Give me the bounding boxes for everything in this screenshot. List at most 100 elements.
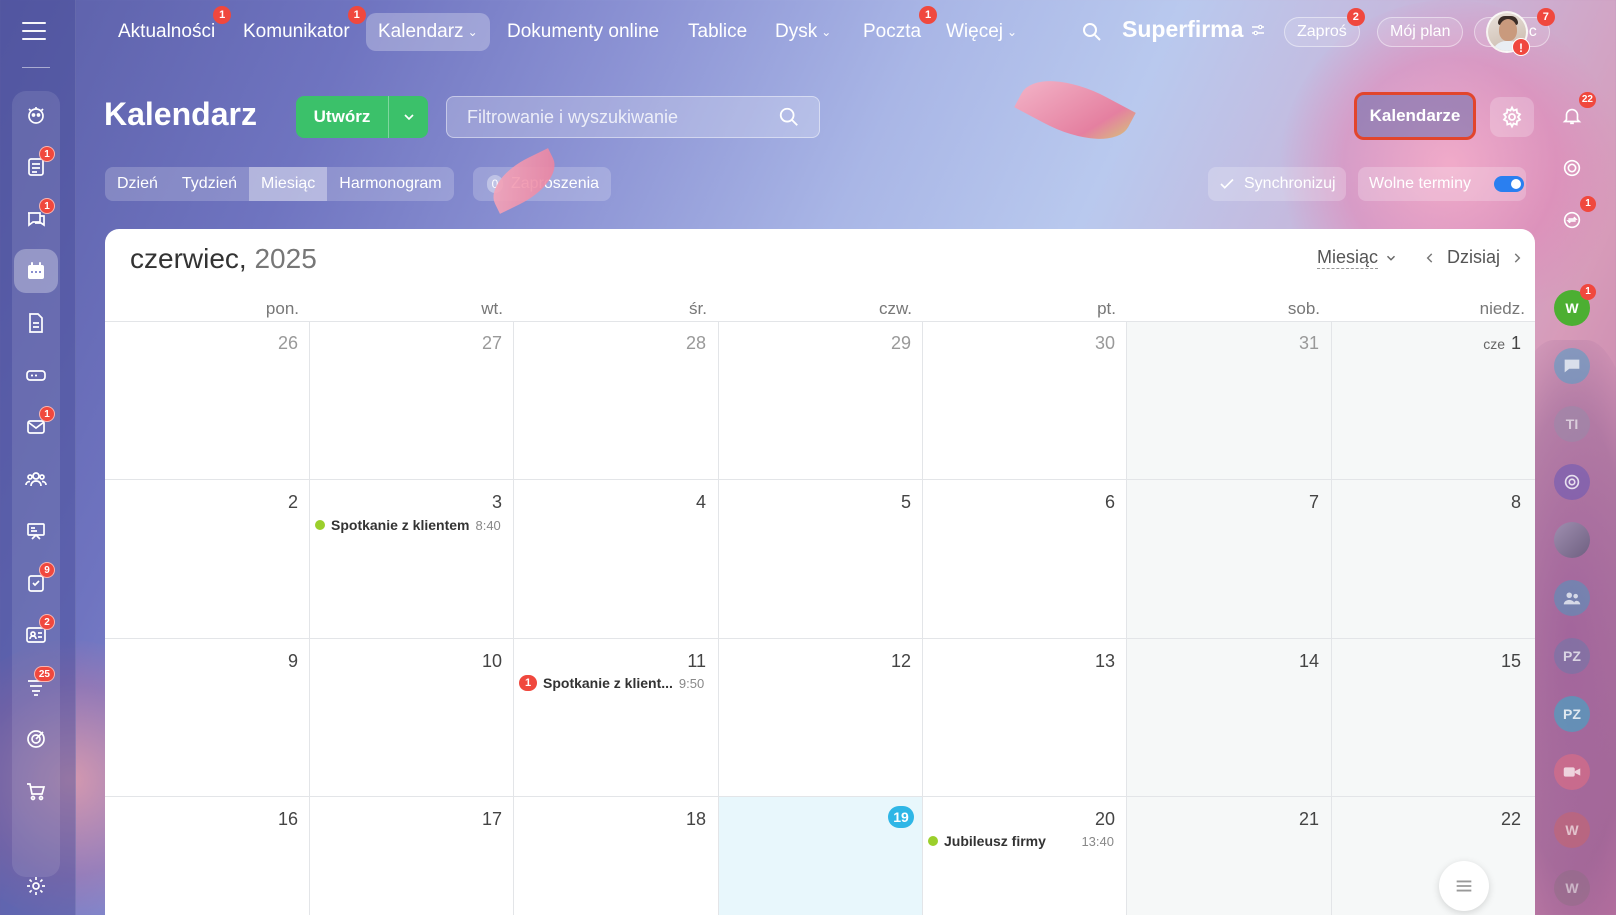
day-cell-number[interactable]: cze 1	[1431, 333, 1521, 354]
nav-item-calendar[interactable]: Kalendarz ⌄	[366, 13, 490, 51]
free-slots-toggle[interactable]	[1494, 176, 1524, 192]
tab-week[interactable]: Tydzień	[170, 167, 249, 201]
chat-sync-button[interactable]: 1	[1554, 196, 1596, 238]
day-cell-number[interactable]: 30	[1055, 333, 1115, 354]
invitations-button[interactable]: 0 Zaproszenia	[473, 167, 612, 201]
day-cell-number[interactable]: 2	[238, 492, 298, 513]
avatar-initials: PZ	[1563, 706, 1581, 722]
view-tabs: Dzień Tydzień Miesiąc Harmonogram	[105, 167, 454, 201]
today-button[interactable]: Dzisiaj	[1447, 247, 1500, 268]
chevron-left-icon[interactable]	[1423, 251, 1437, 265]
day-cell-number[interactable]: 28	[646, 333, 706, 354]
day-cell-number[interactable]: 8	[1461, 492, 1521, 513]
calendar-event[interactable]: Spotkanie z klientem 8:40	[315, 517, 501, 533]
nav-item-messenger[interactable]: Komunikator 1	[231, 6, 366, 51]
sidebar-item-calendar[interactable]	[14, 249, 58, 293]
sidebar-item-sites[interactable]	[14, 509, 58, 553]
calendar-settings-button[interactable]	[1490, 97, 1534, 137]
notifications-button[interactable]: 22	[1554, 92, 1596, 134]
day-cell-number[interactable]: 17	[442, 809, 502, 830]
day-cell-number[interactable]: 5	[851, 492, 911, 513]
day-cell-number[interactable]: 4	[646, 492, 706, 513]
day-cell-number[interactable]: 27	[442, 333, 502, 354]
presentation-icon	[27, 523, 45, 540]
sidebar-item-mail[interactable]: 1	[14, 405, 58, 449]
calendars-button[interactable]: Kalendarze	[1354, 92, 1476, 140]
recent-chat-avatar[interactable]	[1554, 522, 1590, 558]
day-cell-number[interactable]: 20	[1055, 809, 1115, 830]
day-cell-number[interactable]: 22	[1461, 809, 1521, 830]
tab-schedule[interactable]: Harmonogram	[327, 167, 453, 201]
today-day-number[interactable]: 19	[888, 806, 914, 828]
day-cell-number[interactable]: 7	[1259, 492, 1319, 513]
day-cell-number[interactable]: 9	[238, 651, 298, 672]
nav-item-news[interactable]: Aktualności 1	[106, 6, 232, 51]
nav-item-online-docs[interactable]: Dokumenty online	[495, 13, 671, 51]
nav-item-more[interactable]: Więcej ⌄	[934, 13, 1029, 51]
sidebar-item-copilot[interactable]	[14, 94, 58, 138]
search-icon[interactable]	[1080, 20, 1104, 44]
sidebar-item-employees[interactable]	[14, 457, 58, 501]
sidebar-item-funnel[interactable]: 25	[14, 665, 58, 709]
view-select[interactable]: Miesiąc	[1317, 247, 1398, 269]
nav-item-drive[interactable]: Dysk ⌄	[763, 13, 843, 51]
recent-chat-avatar[interactable]	[1554, 580, 1590, 616]
recent-chat-avatar[interactable]	[1554, 754, 1590, 790]
calendar-event[interactable]: 1 Spotkanie z klient... 9:50	[519, 675, 704, 691]
chevron-down-icon: ⌄	[1007, 25, 1018, 39]
day-cell-number[interactable]: 13	[1055, 651, 1115, 672]
day-cell-number[interactable]: 29	[851, 333, 911, 354]
invite-button[interactable]: Zaproś 2	[1284, 8, 1365, 47]
nav-label: Poczta	[863, 21, 922, 42]
sidebar-item-news[interactable]: 1	[14, 145, 58, 189]
nav-item-boards[interactable]: Tablice	[676, 13, 759, 51]
copilot-button[interactable]	[1554, 150, 1590, 186]
my-plan-button[interactable]: Mój plan	[1377, 17, 1464, 47]
sidebar-item-shop[interactable]	[14, 769, 58, 813]
day-cell-number[interactable]: 21	[1259, 809, 1319, 830]
calendar-event[interactable]: Jubileusz firmy 13:40	[928, 833, 1114, 849]
hamburger-menu-icon[interactable]	[22, 22, 46, 42]
day-cell-number[interactable]: 3	[442, 492, 502, 513]
event-time: 13:40	[1081, 833, 1114, 849]
day-cell-number[interactable]: 16	[238, 809, 298, 830]
sidebar-item-goals[interactable]	[14, 717, 58, 761]
nav-item-mail[interactable]: Poczta 1	[851, 6, 938, 51]
company-brand[interactable]: Superfirma	[1122, 16, 1267, 43]
day-cell-number[interactable]: 6	[1055, 492, 1115, 513]
recent-chat-avatar[interactable]: PZ	[1554, 638, 1590, 674]
recent-chat-avatar[interactable]	[1554, 348, 1590, 384]
tab-day[interactable]: Dzień	[105, 167, 170, 201]
sidebar-badge: 1	[39, 406, 55, 422]
recent-chat-avatar[interactable]: PZ	[1554, 696, 1590, 732]
sidebar-item-drive[interactable]	[14, 353, 58, 397]
day-cell-number[interactable]: 12	[851, 651, 911, 672]
day-cell-number[interactable]: 11	[646, 651, 706, 672]
sidebar-item-documents[interactable]	[14, 301, 58, 345]
recent-chat-avatar[interactable]: W	[1554, 870, 1590, 906]
search-icon[interactable]	[778, 106, 800, 128]
sidebar-item-tasks[interactable]: 9	[14, 561, 58, 605]
day-cell-number[interactable]: 31	[1259, 333, 1319, 354]
sidebar-item-settings[interactable]	[14, 864, 58, 908]
sidebar-item-messenger[interactable]: 1	[14, 197, 58, 241]
chevron-right-icon[interactable]	[1510, 251, 1524, 265]
day-cell-number[interactable]: 10	[442, 651, 502, 672]
sync-button[interactable]: Synchronizuj	[1208, 167, 1346, 201]
list-icon	[1456, 880, 1472, 892]
recent-chat-avatar[interactable]: W 1	[1554, 284, 1596, 326]
search-input[interactable]	[446, 96, 820, 138]
event-list-button[interactable]	[1439, 861, 1489, 911]
recent-chat-avatar[interactable]	[1554, 464, 1590, 500]
recent-chat-avatar[interactable]: TI	[1554, 406, 1590, 442]
day-cell-number[interactable]: 18	[646, 809, 706, 830]
recent-chat-avatar[interactable]: W	[1554, 812, 1590, 848]
day-cell-number[interactable]: 14	[1259, 651, 1319, 672]
target-icon	[27, 730, 45, 748]
day-cell-number[interactable]: 15	[1461, 651, 1521, 672]
create-button[interactable]: Utwórz	[296, 96, 428, 138]
tab-month[interactable]: Miesiąc	[249, 167, 328, 201]
create-dropdown[interactable]	[388, 96, 428, 138]
day-cell-number[interactable]: 26	[238, 333, 298, 354]
sidebar-item-crm[interactable]: 2	[14, 613, 58, 657]
